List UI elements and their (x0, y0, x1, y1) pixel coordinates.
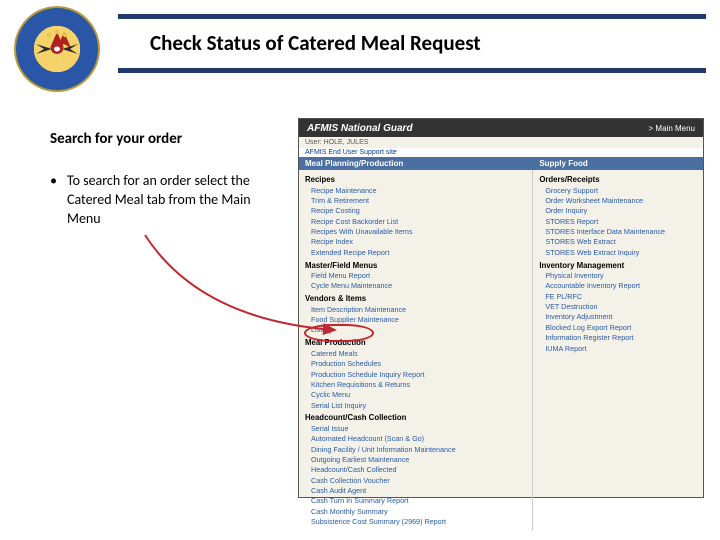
menu-item[interactable]: Recipe Index (305, 237, 526, 247)
menu-item[interactable]: Blocked Log Export Report (539, 322, 697, 332)
section-header-right: Supply Food (533, 157, 593, 170)
menu-item[interactable]: Outgoing Earliest Maintenance (305, 455, 526, 465)
bullet-dot: • (50, 172, 57, 229)
menu-item[interactable]: Accountable Inventory Report (539, 281, 697, 291)
menu-item[interactable]: Kitchen Requisitions & Returns (305, 379, 526, 389)
menu-item[interactable]: VET Destruction (539, 302, 697, 312)
menu-item[interactable]: Subsistence Cost Summary (2969) Report (305, 517, 526, 527)
app-brand: AFMIS National Guard (307, 123, 413, 134)
instruction-column: Search for your order • To search for an… (50, 130, 280, 229)
instruction-bullet: • To search for an order select the Cate… (50, 172, 280, 229)
menu-section-header: Vendors & Items (305, 294, 526, 303)
menu-item[interactable]: Cash Audit Agent (305, 486, 526, 496)
menu-item[interactable]: Cyclic Menu (305, 390, 526, 400)
menu-item[interactable]: Grocery Support (539, 185, 697, 195)
user-line: User: HOLE, JULES (299, 137, 703, 148)
menu-item[interactable]: Catered Meals (305, 348, 526, 358)
menu-item[interactable]: Cycle Menu Maintenance (305, 281, 526, 291)
main-menu-link[interactable]: > Main Menu (649, 124, 695, 133)
menu-item[interactable]: Recipe Cost Backorder List (305, 216, 526, 226)
menu-item[interactable]: Production Schedule Inquiry Report (305, 369, 526, 379)
menu-item[interactable]: Trim & Retirement (305, 195, 526, 205)
menu-item[interactable]: Recipe Maintenance (305, 185, 526, 195)
menu-item[interactable]: Recipe Costing (305, 206, 526, 216)
afmis-app-screenshot: AFMIS National Guard > Main Menu User: H… (298, 118, 704, 498)
menu-item[interactable]: Extended Recipe Report (305, 247, 526, 257)
menu-item[interactable]: STORES Web Extract (539, 237, 697, 247)
slide-title: Check Status of Catered Meal Request (150, 30, 481, 56)
support-link[interactable]: AFMIS End User Support site (299, 148, 703, 157)
menu-item[interactable]: Headcount/Cash Collected (305, 465, 526, 475)
menu-item[interactable]: Inventory Adjustment (539, 312, 697, 322)
header-rule-bottom (118, 68, 706, 73)
menu-item[interactable]: Order Worksheet Maintenance (539, 195, 697, 205)
menu-section-header: Inventory Management (539, 261, 697, 270)
menu-item[interactable]: Serial Issue (305, 423, 526, 433)
section-header-bar: Meal Planning/Production Supply Food (299, 157, 703, 170)
menu-section-header: Headcount/Cash Collection (305, 413, 526, 422)
menu-item[interactable]: Information Register Report (539, 333, 697, 343)
organization-seal (14, 6, 100, 92)
menu-item[interactable]: Food Supplier Maintenance (305, 315, 526, 325)
menu-column-right: Orders/ReceiptsGrocery SupportOrder Work… (533, 170, 703, 531)
menu-section-header: Meal Production (305, 338, 526, 347)
menu-item[interactable]: FE PL/RFC (539, 291, 697, 301)
menu-item[interactable]: Listing (305, 325, 526, 335)
instruction-text: To search for an order select the Catere… (67, 172, 280, 229)
menu-item[interactable]: Order Inquiry (539, 206, 697, 216)
menu-item[interactable]: IUMA Report (539, 343, 697, 353)
menu-item[interactable]: Production Schedules (305, 359, 526, 369)
menu-column-left: RecipesRecipe MaintenanceTrim & Retireme… (299, 170, 533, 531)
menu-section-header: Orders/Receipts (539, 175, 697, 184)
menu-item[interactable]: Automated Headcount (Scan & Go) (305, 434, 526, 444)
header-rule-top (118, 14, 706, 19)
menu-item[interactable]: STORES Interface Data Maintenance (539, 226, 697, 236)
menu-item[interactable]: Recipes With Unavailable Items (305, 226, 526, 236)
menu-item[interactable]: Item Description Maintenance (305, 304, 526, 314)
menu-item[interactable]: STORES Report (539, 216, 697, 226)
search-subtitle: Search for your order (50, 130, 280, 148)
menu-item[interactable]: Cash Monthly Summary (305, 506, 526, 516)
menu-item[interactable]: Physical Inventory (539, 271, 697, 281)
section-header-left: Meal Planning/Production (299, 157, 533, 170)
menu-item[interactable]: Cash Turn In Summary Report (305, 496, 526, 506)
menu-item[interactable]: Dining Facility / Unit Information Maint… (305, 444, 526, 454)
app-title-bar: AFMIS National Guard > Main Menu (299, 119, 703, 137)
menu-item[interactable]: Field Menu Report (305, 271, 526, 281)
menu-item[interactable]: Serial List Inquiry (305, 400, 526, 410)
menu-section-header: Recipes (305, 175, 526, 184)
menu-item[interactable]: STORES Web Extract Inquiry (539, 247, 697, 257)
menu-section-header: Master/Field Menus (305, 261, 526, 270)
menu-item[interactable]: Cash Collection Voucher (305, 475, 526, 485)
